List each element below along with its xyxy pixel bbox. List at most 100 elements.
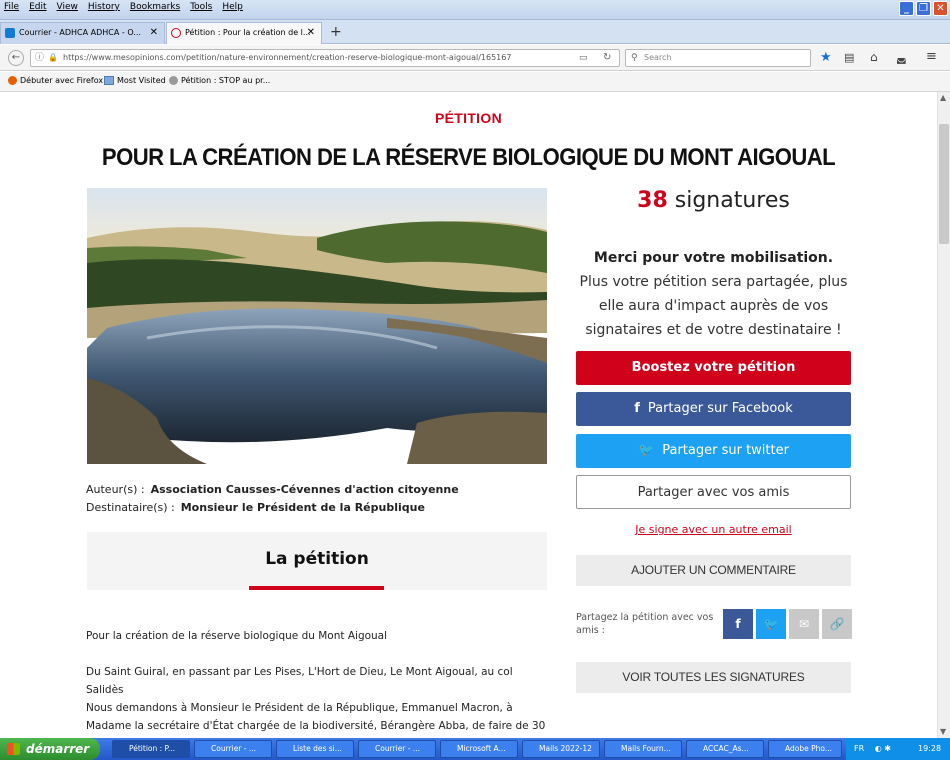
windows-logo-icon xyxy=(7,743,20,755)
taskbar-item[interactable]: Courrier - ... xyxy=(358,740,436,758)
link-share-icon[interactable]: 🔗 xyxy=(822,609,852,639)
lake-landscape-image xyxy=(87,188,547,464)
author-name: Association Causses-Cévennes d'action ci… xyxy=(150,483,459,496)
petition-heading-underline xyxy=(249,586,384,590)
firefox-icon xyxy=(8,76,17,85)
body-paragraph: Nous demandons à Monsieur le Président d… xyxy=(86,702,546,732)
close-window-button[interactable]: ✕ xyxy=(933,1,948,16)
tab-label: Courrier - ADHCA ADHCA - O... xyxy=(19,28,141,37)
taskbar-item[interactable]: Microsoft A... xyxy=(440,740,518,758)
share-facebook-button[interactable]: f Partager sur Facebook xyxy=(576,392,851,426)
signature-label: signatures xyxy=(674,188,790,213)
share-facebook-label: Partager sur Facebook xyxy=(647,401,793,416)
start-label: démarrer xyxy=(26,742,90,756)
pocket-icon[interactable]: ◛ xyxy=(896,51,907,64)
hamburger-menu-icon[interactable]: ≡ xyxy=(926,49,937,64)
taskbar-item[interactable]: ACCAC_As... xyxy=(686,740,764,758)
menu-history[interactable]: History xyxy=(88,2,120,12)
bookmarks-menu-icon[interactable]: ▤ xyxy=(844,51,854,64)
scroll-down-icon[interactable]: ▼ xyxy=(940,727,946,736)
bookmark-label: Pétition : STOP au pr... xyxy=(181,76,271,85)
boost-petition-button[interactable]: Boostez votre pétition xyxy=(576,351,851,385)
taskbar-item[interactable]: Courrier - ... xyxy=(194,740,272,758)
share-twitter-button[interactable]: 🐦 Partager sur twitter xyxy=(576,434,851,468)
close-tab-icon[interactable]: ✕ xyxy=(150,23,158,43)
facebook-icon: f xyxy=(634,401,640,416)
thanks-text: Plus votre pétition sera partagée, plus … xyxy=(579,274,848,338)
maximize-button[interactable]: ❐ xyxy=(916,1,931,16)
author-line: Auteur(s) : Association Causses-Cévennes … xyxy=(86,483,459,496)
sign-other-email-link[interactable]: Je signe avec un autre email xyxy=(576,523,851,536)
bookmark-label: Débuter avec Firefox xyxy=(20,76,104,85)
bookmark-petition[interactable]: Pétition : STOP au pr... xyxy=(169,76,270,85)
recipient-line: Destinataire(s) : Monsieur le Président d… xyxy=(86,501,425,514)
signature-count: 38 signatures xyxy=(576,188,851,213)
menu-bookmarks[interactable]: Bookmarks xyxy=(130,2,180,12)
recipient-name: Monsieur le Président de la République xyxy=(180,501,425,514)
bookmark-firefox[interactable]: Débuter avec Firefox xyxy=(8,76,103,85)
taskbar-item[interactable]: Mails 2022-12 xyxy=(522,740,600,758)
bookmark-most-visited[interactable]: Most Visited xyxy=(104,76,166,85)
reload-icon[interactable]: ↻ xyxy=(603,50,611,66)
language-indicator[interactable]: FR xyxy=(854,744,864,753)
email-share-icon[interactable]: ✉ xyxy=(789,609,819,639)
recipient-label: Destinataire(s) : xyxy=(86,501,175,514)
scroll-up-icon[interactable]: ▲ xyxy=(940,93,946,102)
globe-icon xyxy=(169,76,178,85)
tab-label: Pétition : Pour la création de l... xyxy=(185,28,311,37)
view-all-signatures-button[interactable]: VOIR TOUTES LES SIGNATURES xyxy=(576,662,851,693)
author-label: Auteur(s) : xyxy=(86,483,145,496)
petition-kicker: PÉTITION xyxy=(435,110,502,126)
taskbar-item[interactable]: Liste des si... xyxy=(276,740,354,758)
info-icon[interactable]: ⓘ xyxy=(35,50,44,66)
start-button[interactable]: démarrer xyxy=(0,738,100,760)
scroll-thumb[interactable] xyxy=(939,124,949,244)
twitter-bird-icon: 🐦 xyxy=(638,443,655,458)
taskbar-item[interactable]: Adobe Pho... xyxy=(768,740,842,758)
thanks-message: Merci pour votre mobilisation. Plus votr… xyxy=(576,246,851,342)
facebook-share-icon[interactable]: f xyxy=(723,609,753,639)
search-placeholder: Search xyxy=(644,53,672,62)
minimize-button[interactable]: _ xyxy=(899,1,914,16)
search-icon: ⚲ xyxy=(631,53,638,63)
body-paragraph: Du Saint Guiral, en passant par Les Pise… xyxy=(86,666,513,696)
share-friends-button[interactable]: Partager avec vos amis xyxy=(576,475,851,509)
folder-icon xyxy=(104,76,114,85)
outlook-icon xyxy=(5,28,15,38)
menu-file[interactable]: File xyxy=(4,2,19,12)
home-icon[interactable]: ⌂ xyxy=(870,50,878,64)
new-tab-icon[interactable]: + xyxy=(330,24,342,40)
page-title: POUR LA CRÉATION DE LA RÉSERVE BIOLOGIQU… xyxy=(101,144,836,171)
add-comment-button[interactable]: AJOUTER UN COMMENTAIRE xyxy=(576,555,851,586)
body-paragraph: Pour la création de la réserve biologiqu… xyxy=(86,630,388,642)
menu-view[interactable]: View xyxy=(57,2,78,12)
share-label: Partagez la pétition avec vos amis : xyxy=(576,612,714,636)
taskbar-item[interactable]: Mails Fourn... xyxy=(604,740,682,758)
bookmark-star-icon[interactable]: ★ xyxy=(820,50,832,65)
twitter-share-icon[interactable]: 🐦 xyxy=(756,609,786,639)
menu-edit[interactable]: Edit xyxy=(29,2,46,12)
menu-bar: File Edit View History Bookmarks Tools H… xyxy=(4,2,243,12)
tray-icons: ◐ ✱ xyxy=(874,744,891,753)
mesopinions-icon xyxy=(171,28,181,38)
menu-tools[interactable]: Tools xyxy=(190,2,212,12)
system-tray: FR ◐ ✱ 19:28 xyxy=(846,738,950,760)
back-icon[interactable]: ← xyxy=(8,50,24,66)
clock: 19:28 xyxy=(918,744,942,753)
petition-heading[interactable]: La pétition xyxy=(87,549,547,569)
menu-help[interactable]: Help xyxy=(222,2,243,12)
petition-photo xyxy=(87,188,547,464)
tab-courrier[interactable]: Courrier - ADHCA ADHCA - O... ✕ xyxy=(0,22,165,44)
bookmark-label: Most Visited xyxy=(117,76,166,85)
reader-view-icon[interactable]: ▭ xyxy=(579,50,588,66)
tab-petition[interactable]: Pétition : Pour la création de l... ✕ xyxy=(166,22,322,44)
taskbar-item[interactable]: Pétition : P... xyxy=(112,740,190,758)
signature-number: 38 xyxy=(637,188,668,213)
thanks-title: Merci pour votre mobilisation. xyxy=(593,250,834,266)
search-input[interactable]: ⚲ Search xyxy=(625,49,811,67)
lock-icon: 🔒 xyxy=(48,53,58,62)
close-tab-icon[interactable]: ✕ xyxy=(307,23,315,43)
url-text: https://www.mesopinions.com/petition/nat… xyxy=(63,53,512,62)
share-twitter-label: Partager sur twitter xyxy=(662,443,789,458)
url-bar[interactable]: ⓘ 🔒 https://www.mesopinions.com/petition… xyxy=(30,49,620,67)
